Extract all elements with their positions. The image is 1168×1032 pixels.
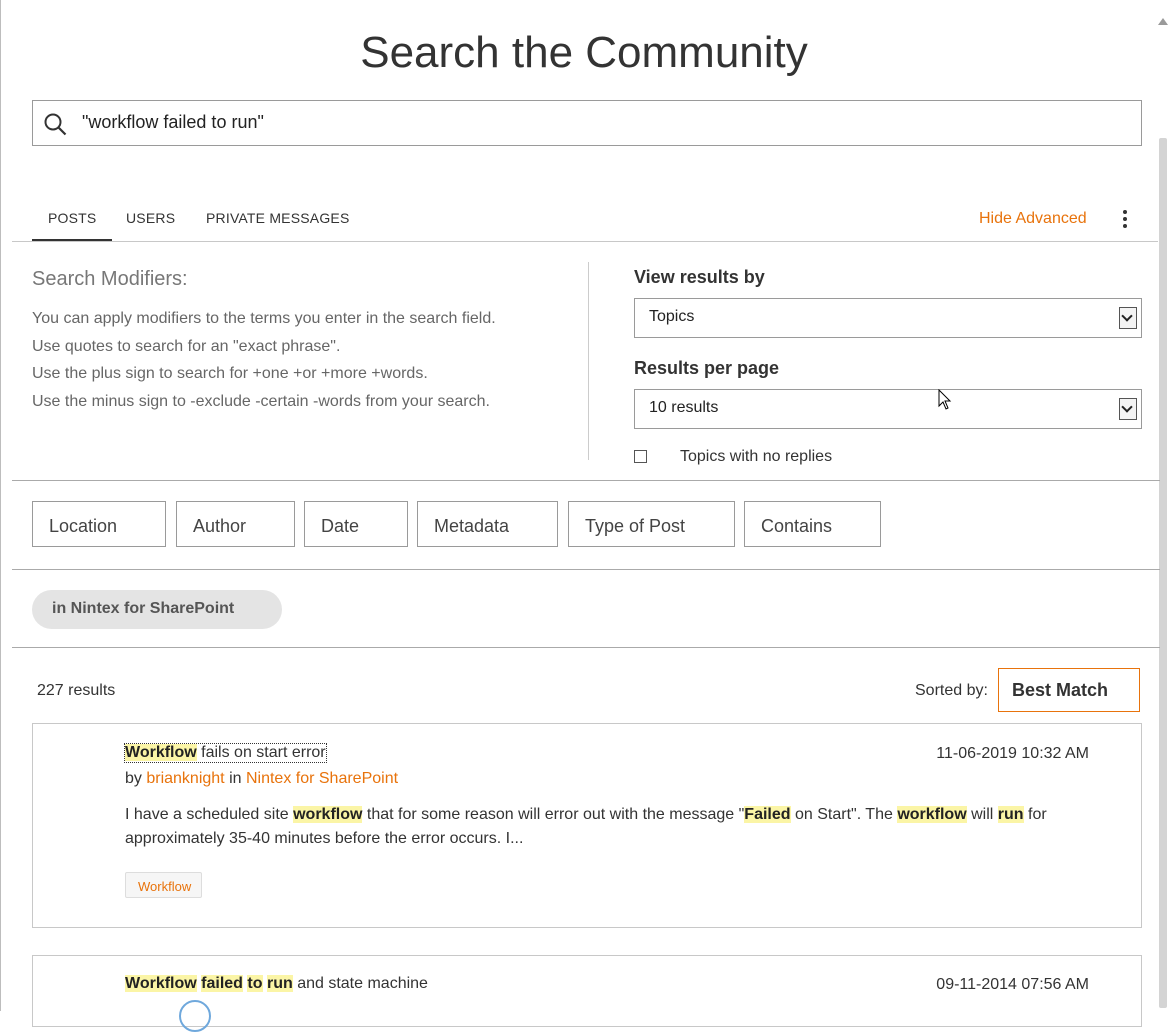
by-text: by — [125, 770, 147, 787]
tab-private-messages[interactable]: PRIVATE MESSAGES — [206, 210, 350, 226]
highlighted-term: Workflow — [125, 744, 197, 761]
filter-metadata-button[interactable]: Metadata — [417, 501, 558, 547]
search-modifiers-title: Search Modifiers: — [32, 268, 188, 290]
section-divider — [12, 569, 1160, 570]
chevron-down-icon[interactable] — [1119, 398, 1137, 420]
results-per-page-select[interactable]: 10 results — [634, 389, 1142, 429]
result-byline: by brianknight in Nintex for SharePoint — [125, 770, 398, 788]
result-title-link[interactable]: Workflow failed to run and state machine — [125, 975, 428, 993]
filter-contains-button[interactable]: Contains — [744, 501, 881, 547]
author-link[interactable]: brianknight — [146, 770, 224, 787]
snippet-text: will — [966, 806, 998, 823]
no-replies-label[interactable]: Topics with no replies — [680, 448, 832, 466]
results-per-page-label: Results per page — [634, 358, 780, 378]
scope-filter-pill[interactable]: in Nintex for SharePoint — [32, 590, 282, 629]
scrollbar-thumb[interactable] — [1159, 138, 1167, 1008]
highlighted-term: Workflow — [125, 975, 197, 992]
results-per-page-value: 10 results — [649, 399, 719, 416]
filter-author-button[interactable]: Author — [176, 501, 295, 547]
modifier-line: Use quotes to search for an "exact phras… — [32, 338, 341, 355]
search-tabs: POSTS USERS PRIVATE MESSAGES Hide Advanc… — [12, 198, 1158, 242]
result-card: Workflow failed to run and state machine… — [32, 955, 1142, 1032]
window-left-border — [0, 0, 1, 1011]
highlighted-term: failed — [201, 975, 243, 992]
view-results-by-value: Topics — [649, 308, 695, 325]
search-input[interactable]: "workflow failed to run" — [32, 100, 1142, 146]
sorted-by-label: Sorted by: — [915, 682, 988, 699]
section-divider — [12, 647, 1160, 648]
search-input-value[interactable]: "workflow failed to run" — [82, 112, 264, 133]
search-icon — [44, 113, 67, 136]
result-card: Workflow fails on start error 11-06-2019… — [32, 723, 1142, 928]
result-date: 11-06-2019 10:32 AM — [936, 745, 1089, 762]
modifier-line: You can apply modifiers to the terms you… — [32, 310, 496, 327]
modifier-line: Use the plus sign to search for +one +or… — [32, 365, 428, 382]
snippet-text: that for some reason will error out with… — [362, 806, 745, 823]
mouse-cursor-icon — [938, 389, 952, 410]
vertical-divider — [588, 262, 589, 460]
snippet-text: on Start". The — [790, 806, 898, 823]
filter-date-button[interactable]: Date — [304, 501, 408, 547]
result-title-link[interactable]: Workflow fails on start error — [124, 743, 327, 763]
section-divider — [12, 480, 1160, 481]
tab-users[interactable]: USERS — [126, 210, 175, 226]
highlighted-term: to — [247, 975, 263, 992]
vertical-scrollbar[interactable] — [1157, 0, 1168, 1011]
result-snippet: I have a scheduled site workflow that fo… — [125, 803, 1085, 851]
view-results-by-label: View results by — [634, 267, 765, 287]
view-results-by-select[interactable]: Topics — [634, 298, 1142, 338]
chevron-down-icon[interactable] — [1119, 307, 1137, 329]
avatar — [179, 1000, 211, 1032]
filter-type-of-post-button[interactable]: Type of Post — [568, 501, 735, 547]
in-text: in — [224, 770, 246, 787]
more-vertical-icon[interactable] — [1120, 210, 1130, 230]
tag-workflow[interactable]: Workflow — [125, 872, 203, 898]
filter-location-button[interactable]: Location — [32, 501, 166, 547]
highlighted-term: run — [266, 975, 293, 992]
highlighted-term: run — [997, 806, 1024, 823]
scroll-up-arrow-icon[interactable] — [1158, 18, 1168, 25]
results-count: 227 results — [37, 682, 116, 699]
page-title: Search the Community — [360, 28, 808, 77]
highlighted-term: workflow — [897, 806, 967, 823]
hide-advanced-link[interactable]: Hide Advanced — [979, 210, 1087, 228]
highlighted-term: Failed — [744, 806, 791, 823]
title-text: and state machine — [292, 975, 428, 992]
board-link[interactable]: Nintex for SharePoint — [246, 770, 398, 787]
tab-posts[interactable]: POSTS — [31, 210, 114, 241]
snippet-text: I have a scheduled site — [125, 806, 294, 823]
highlighted-term: workflow — [293, 806, 363, 823]
result-date: 09-11-2014 07:56 AM — [936, 976, 1089, 993]
no-replies-checkbox[interactable] — [634, 450, 647, 463]
sort-dropdown[interactable]: Best Match — [998, 668, 1140, 712]
modifier-line: Use the minus sign to -exclude -certain … — [32, 393, 490, 410]
title-text: fails on start error — [196, 744, 326, 761]
